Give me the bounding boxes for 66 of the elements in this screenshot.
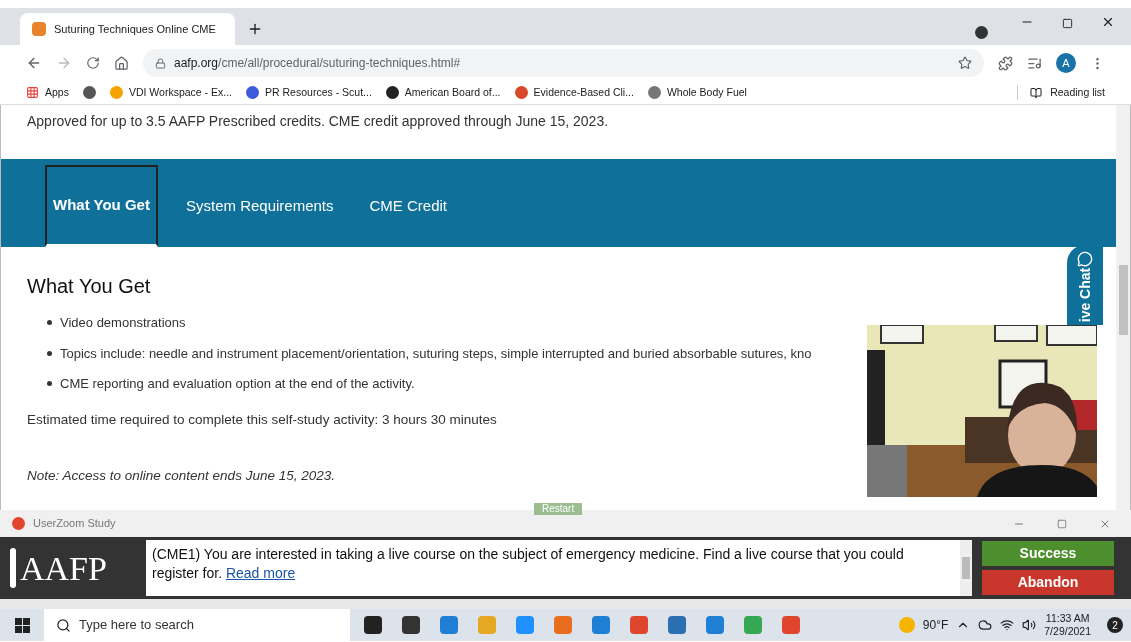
window-title: UserZoom Study (33, 516, 117, 532)
search-icon (56, 617, 71, 633)
bookmark-icon (109, 86, 123, 99)
back-icon[interactable] (26, 55, 42, 71)
bullet-text: Video demonstrations (60, 314, 186, 332)
bookmark-star-icon[interactable] (958, 56, 972, 70)
bookmark[interactable]: Whole Body Fuel (647, 84, 747, 101)
estimate-text: Estimated time required to complete this self-study activity: 3 hours 30 minutes (27, 410, 498, 429)
bullet-text: CME reporting and evaluation option at the end of the activity. (60, 375, 415, 393)
live-chat-label: ive Chat (1077, 267, 1093, 323)
maximize-icon[interactable] (1062, 18, 1073, 29)
new-tab-icon[interactable] (247, 21, 263, 37)
taskbar-app-icon[interactable] (364, 616, 382, 634)
media-icon[interactable] (975, 26, 988, 39)
bullet-text: Topics include: needle and instrument placement/orientation, suturing steps, simple interrupted and buried absorbable sutures, kno (60, 344, 812, 363)
section-heading: What You Get (27, 274, 151, 299)
bookmark-icon (514, 86, 528, 99)
media-queue-icon[interactable] (1027, 55, 1042, 71)
section-tab[interactable]: CME Credit (361, 165, 456, 247)
bullet-icon (47, 350, 52, 356)
notification-badge[interactable]: 2 (1107, 617, 1123, 633)
taskbar-app-icon[interactable] (402, 616, 420, 634)
approval-text: Approved for up to 3.5 AAFP Prescribed credits. CME credit approved through June 15, 2023. (26, 112, 610, 131)
reading-list[interactable]: Reading list (1017, 84, 1105, 101)
read-more-link[interactable]: Read more (225, 565, 296, 581)
tab-title: Suturing Techniques Online CME (54, 21, 216, 37)
address-field[interactable]: aafp.org/cme/all/procedural/suturing-techniques.html# (143, 49, 984, 77)
url-text: aafp.org/cme/all/procedural/suturing-techniques.html# (174, 55, 462, 72)
bookmark[interactable]: PR Resources - Scut... (246, 84, 372, 101)
lock-icon (155, 57, 166, 69)
logo-text: AAFP (20, 548, 107, 589)
bookmark[interactable]: Apps (26, 84, 69, 101)
taskbar-search-field[interactable]: Type here to search (44, 609, 350, 641)
reading-list-icon (1030, 86, 1043, 99)
network-icon[interactable] (1000, 618, 1015, 632)
bookmark[interactable]: American Board of... (385, 84, 501, 101)
temperature: 90°F (922, 617, 949, 634)
abandon-button[interactable]: Abandon (982, 570, 1114, 595)
bookmark-icon (647, 86, 661, 99)
bookmark[interactable]: Evidence-Based Cli... (514, 84, 634, 101)
app-icon (12, 517, 25, 530)
bookmark-icon (246, 86, 260, 99)
live-chat-tab[interactable]: ive Chat (1067, 245, 1103, 325)
extensions-icon[interactable] (998, 55, 1013, 71)
section-tab[interactable]: System Requirements (177, 165, 342, 247)
apps-icon (26, 86, 39, 99)
browser-tab[interactable]: Suturing Techniques Online CME (20, 13, 235, 45)
reload-icon[interactable] (86, 56, 100, 70)
site-icon (32, 22, 46, 36)
bullet-icon (47, 320, 52, 326)
bullet-icon (47, 381, 52, 387)
cloud-icon[interactable] (978, 618, 993, 632)
volume-icon[interactable] (1022, 618, 1037, 632)
task-text: (CME1) You are interested in taking a live course on the subject of emergency medicine. Find a live course that you could register for. Read more (152, 545, 905, 583)
profile-avatar[interactable]: A (1056, 53, 1076, 73)
section-tab[interactable]: What You Get (45, 165, 158, 247)
bookmark[interactable]: VDI Workspace - Ex... (109, 84, 233, 101)
clock[interactable]: 11:33 AM 7/29/2021 (1044, 612, 1091, 638)
chat-icon (1077, 251, 1093, 267)
bookmark-icon (385, 86, 399, 99)
success-button[interactable]: Success (982, 541, 1114, 566)
close-icon[interactable] (1101, 15, 1115, 29)
home-icon[interactable] (114, 55, 129, 71)
weather-icon (898, 617, 915, 633)
note-text: Note: Access to online content ends June 15, 2023. (27, 466, 336, 485)
scrollbar (960, 540, 972, 596)
